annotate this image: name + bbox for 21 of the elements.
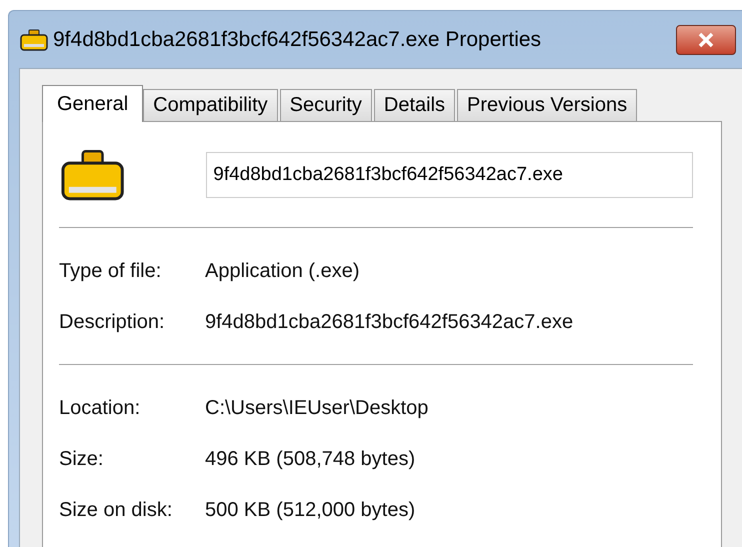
tab[interactable]: General bbox=[42, 85, 144, 122]
property-value: 500 KB (512,000 bytes) bbox=[205, 499, 416, 522]
app-icon bbox=[19, 28, 49, 50]
tab[interactable]: Security bbox=[280, 89, 372, 121]
tab[interactable]: Details bbox=[374, 89, 456, 121]
property-label: Size on disk: bbox=[59, 499, 174, 522]
property-value: 9f4d8bd1cba2681f3bcf642f56342ac7.exe bbox=[205, 311, 574, 334]
window-title: 9f4d8bd1cba2681f3bcf642f56342ac7.exe Properties bbox=[53, 28, 542, 52]
app-icon bbox=[59, 148, 126, 200]
property-value: C:\Users\IEUser\Desktop bbox=[205, 397, 428, 420]
property-label: Size: bbox=[59, 448, 104, 471]
property-value: Application (.exe) bbox=[205, 260, 360, 283]
close-button[interactable] bbox=[676, 24, 736, 54]
file-name-field[interactable]: 9f4d8bd1cba2681f3bcf642f56342ac7.exe bbox=[206, 152, 693, 198]
close-icon bbox=[696, 32, 716, 48]
property-label: Location: bbox=[59, 397, 142, 420]
property-value: 496 KB (508,748 bytes) bbox=[205, 448, 416, 471]
property-label: Type of file: bbox=[59, 260, 162, 283]
tab[interactable]: Previous Versions bbox=[457, 89, 638, 121]
tab[interactable]: Compatibility bbox=[143, 89, 278, 121]
property-label: Description: bbox=[59, 311, 166, 334]
